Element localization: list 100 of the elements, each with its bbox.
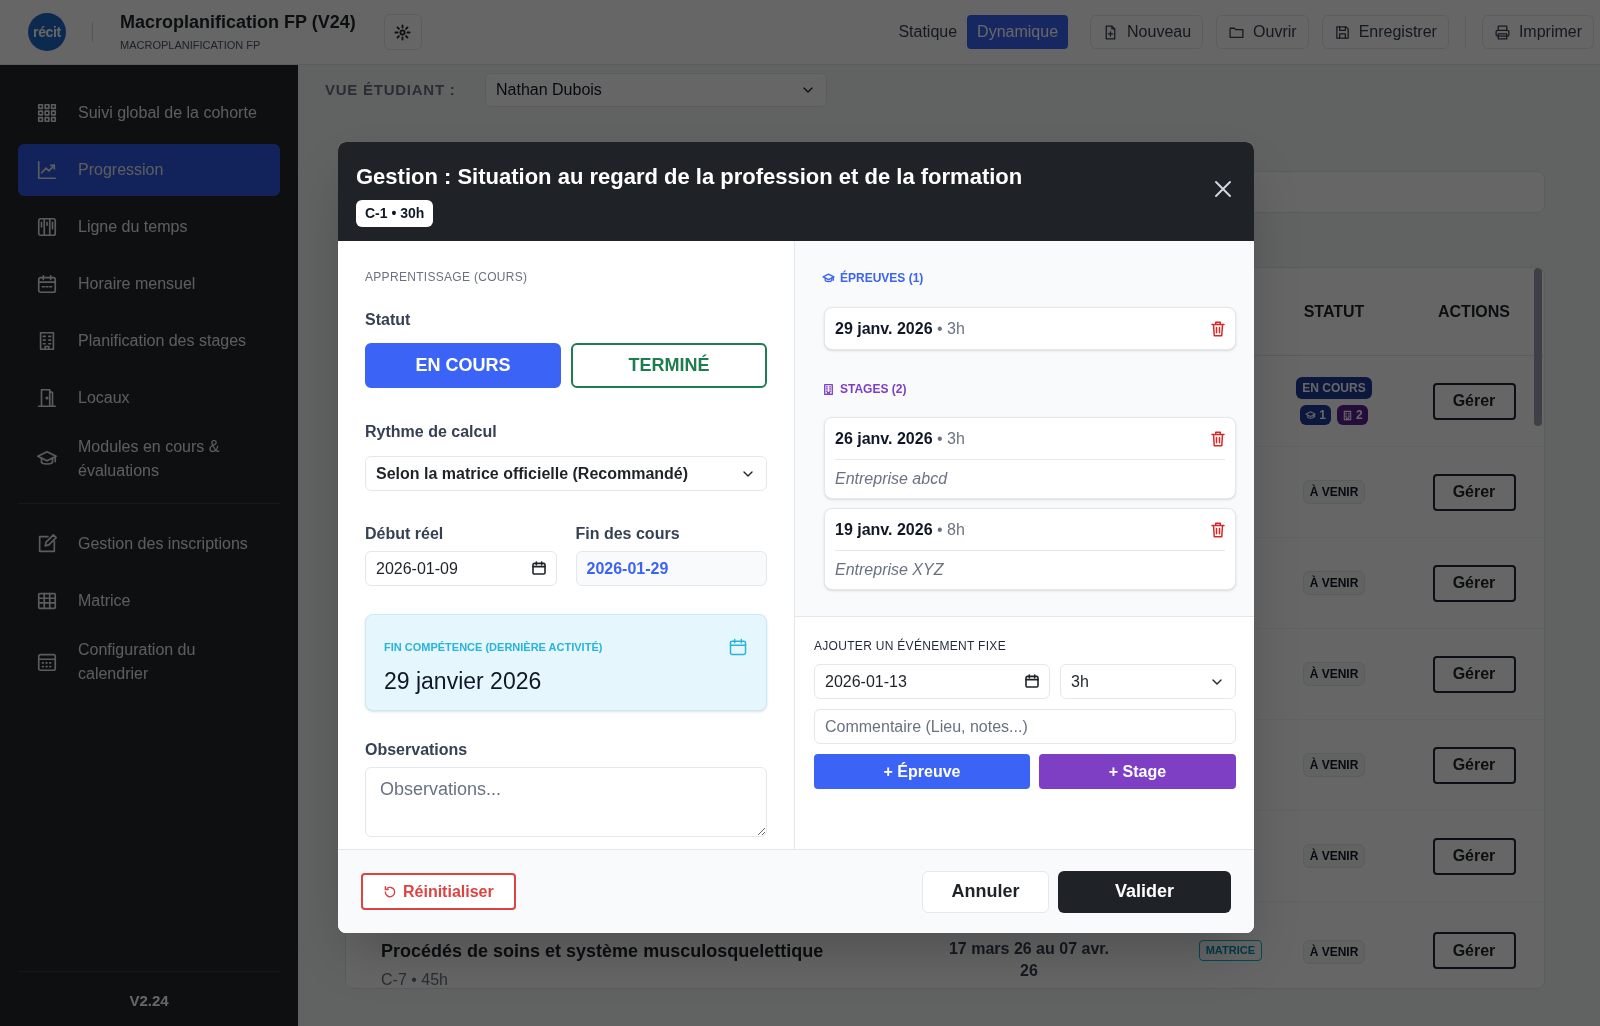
calendar-icon [36, 273, 58, 295]
status-tag: À VENIR [1302, 753, 1366, 777]
section-heading: STAGES (2) [822, 380, 1236, 398]
delete-button[interactable] [1209, 520, 1227, 539]
view-mode-tab[interactable]: Dynamique [967, 15, 1069, 49]
trash-icon [1209, 319, 1227, 338]
info-value: 29 janvier 2026 [384, 666, 543, 696]
count-tag: 2 [1337, 405, 1368, 425]
event-note: Entreprise abcd [835, 469, 949, 489]
trash-icon [1209, 520, 1227, 539]
graduation-cap-icon [1305, 409, 1317, 421]
sidebar-item[interactable]: Matrice [18, 575, 280, 627]
field-label: Statut [365, 310, 412, 330]
module-title: Procédés de soins et système musculosquelettique [381, 940, 825, 963]
sidebar-item[interactable]: Configuration du calendrier [18, 632, 280, 692]
field-label: Début réel [365, 524, 445, 544]
delete-button[interactable] [1209, 429, 1227, 448]
line-chart-icon [36, 159, 58, 181]
manage-button[interactable]: Gérer [1432, 473, 1516, 511]
status-tag: À VENIR [1302, 480, 1366, 504]
graduation-cap-icon [822, 271, 835, 285]
columns-icon [36, 216, 58, 238]
view-mode-tab[interactable]: Statique [894, 15, 962, 49]
sidebar-item[interactable]: Locaux [18, 372, 280, 424]
toolbar-button[interactable]: Nouveau [1090, 15, 1204, 49]
settings-icon [394, 23, 412, 41]
end-date-field: 2026-01-29 [575, 551, 767, 586]
date-range: 17 mars 26 au 07 avr. 26 [947, 939, 1111, 981]
confirm-button[interactable]: Valider [1058, 870, 1231, 913]
status-tag: À VENIR [1302, 940, 1366, 964]
trash-icon [1209, 429, 1227, 448]
door-icon [36, 387, 58, 409]
section-label: AJOUTER UN ÉVÉNEMENT FIXE [814, 637, 1007, 655]
manage-button[interactable]: Gérer [1432, 382, 1516, 420]
field-label: Observations [365, 740, 469, 760]
column-header: ACTIONS [1437, 301, 1511, 322]
observations-field[interactable]: Observations... [365, 767, 767, 837]
cancel-button[interactable]: Annuler [922, 870, 1049, 913]
field-label: Rythme de calcul [365, 422, 498, 442]
building-icon [1342, 409, 1353, 421]
info-label: FIN COMPÉTENCE (DERNIÈRE ACTIVITÉ) [384, 640, 603, 655]
manage-button[interactable]: Gérer [1432, 837, 1516, 875]
date-field[interactable]: 2026-01-09 [365, 551, 557, 586]
source-tag: MATRICE [1198, 940, 1262, 961]
sidebar-item[interactable]: Ligne du temps [18, 201, 280, 253]
table-icon [36, 590, 58, 612]
grid-icon [36, 102, 58, 124]
sidebar-item[interactable]: Progression [18, 144, 280, 196]
duration-select[interactable]: 3h [1060, 664, 1236, 699]
calendar-icon [1024, 673, 1040, 689]
section-heading: ÉPREUVES (1) [822, 269, 1236, 287]
delete-button[interactable] [1209, 319, 1227, 338]
status-tag: À VENIR [1302, 844, 1366, 868]
event-note: Entreprise XYZ [835, 560, 945, 580]
status-tag: À VENIR [1302, 571, 1366, 595]
status-option[interactable]: TERMINÉ [571, 343, 767, 388]
module-code: C-7 • 45h [381, 970, 448, 988]
sidebar-item[interactable]: Suivi global de la cohorte [18, 87, 280, 139]
section-label: APPRENTISSAGE (COURS) [365, 269, 529, 286]
manage-button[interactable]: Gérer [1432, 746, 1516, 784]
scrollbar-thumb[interactable] [1534, 268, 1542, 426]
reset-icon [383, 884, 397, 899]
event-date: 29 janv. 2026 • 3h [835, 318, 965, 339]
add-event-button[interactable]: + Stage [1039, 754, 1236, 789]
version-label: V2.24 [129, 990, 169, 1011]
field-label: Fin des cours [575, 524, 681, 544]
manage-button[interactable]: Gérer [1432, 655, 1516, 693]
save-icon [1333, 23, 1351, 41]
date-field[interactable]: 2026-01-13 [814, 664, 1050, 699]
logo: récit [28, 13, 66, 51]
module-badge: C-1 • 30h [356, 200, 434, 227]
status-tag: EN COURS [1296, 377, 1372, 399]
sidebar-item[interactable]: Planification des stages [18, 315, 280, 367]
calendar-icon [36, 651, 58, 673]
rhythm-select[interactable]: Selon la matrice officielle (Recommandé) [365, 456, 767, 491]
toolbar-button[interactable]: Enregistrer [1321, 15, 1449, 49]
building-icon [822, 382, 835, 396]
app-title: Macroplanification FP (V24) [120, 10, 356, 33]
app-subtitle: MACROPLANIFICATION FP [120, 38, 262, 53]
calendar-icon [728, 637, 748, 657]
printer-icon [1493, 23, 1511, 41]
comment-field[interactable]: Commentaire (Lieu, notes...) [814, 709, 1236, 744]
sidebar-item[interactable]: Horaire mensuel [18, 258, 280, 310]
calendar-icon [530, 560, 547, 576]
reset-button[interactable]: Réinitialiser [361, 873, 516, 910]
student-select[interactable]: Nathan Dubois [485, 73, 827, 107]
count-tag: 1 [1300, 405, 1331, 425]
manage-button[interactable]: Gérer [1432, 932, 1516, 969]
toolbar-button[interactable]: Imprimer [1481, 15, 1594, 49]
sidebar-item[interactable]: Gestion des inscriptions [18, 518, 280, 570]
dialog-title: Gestion : Situation au regard de la profession et de la formation [356, 163, 1023, 191]
edit-icon [36, 533, 58, 555]
manage-button[interactable]: Gérer [1432, 564, 1516, 602]
add-event-button[interactable]: + Épreuve [814, 754, 1030, 789]
settings-button[interactable] [383, 14, 422, 50]
status-option[interactable]: EN COURS [365, 343, 561, 388]
sidebar-item[interactable]: Modules en cours & évaluations [18, 429, 280, 489]
toolbar-button[interactable]: Ouvrir [1216, 15, 1309, 49]
event-date: 19 janv. 2026 • 8h [835, 519, 965, 540]
column-header: STATUT [1302, 301, 1366, 322]
